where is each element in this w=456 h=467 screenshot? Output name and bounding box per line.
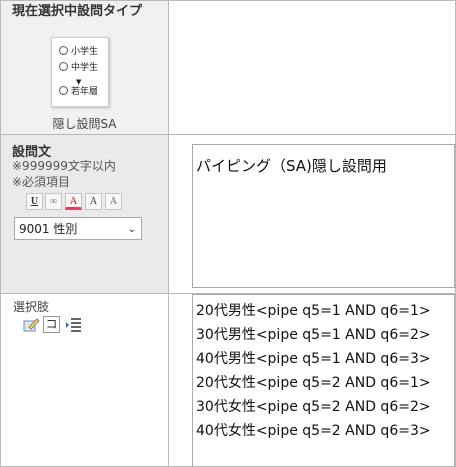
choice-item: 20代女性<pipe q5=2 AND q6=1> bbox=[196, 375, 431, 391]
preview-option: 小学生 bbox=[59, 46, 98, 58]
question-editor-table: 現在選択中設問タイプ 小学生 中学生 ▼ 若年層 隠し設問SA 設問文 ※999… bbox=[0, 0, 456, 467]
question-select-value: 9001 性別 bbox=[19, 222, 78, 236]
question-type-cell: 現在選択中設問タイプ 小学生 中学生 ▼ 若年層 隠し設問SA bbox=[1, 1, 169, 134]
question-type-label: 隠し設問SA bbox=[52, 117, 117, 131]
question-text-title: 設問文 bbox=[12, 145, 52, 160]
question-type-row: 現在選択中設問タイプ 小学生 中学生 ▼ 若年層 隠し設問SA bbox=[1, 1, 455, 135]
down-arrow-icon: ▼ bbox=[76, 78, 82, 86]
radio-icon bbox=[59, 62, 68, 71]
choices-title: 選択肢 bbox=[13, 300, 50, 314]
question-text-row: 設問文 ※999999文字以内 ※必須項目 U ∞ A A A 9001 性別 … bbox=[1, 135, 455, 294]
choice-item: 20代男性<pipe q5=1 AND q6=1> bbox=[196, 303, 431, 319]
question-text-input-cell: パイピング（SA)隠し設問用 bbox=[169, 135, 455, 293]
katakana-ko-icon[interactable]: コ bbox=[43, 316, 60, 333]
clear-format-icon[interactable]: A bbox=[105, 193, 122, 210]
question-text-label-cell: 設問文 ※999999文字以内 ※必須項目 U ∞ A A A 9001 性別 … bbox=[1, 135, 169, 293]
choice-item: 30代男性<pipe q5=1 AND q6=2> bbox=[196, 327, 431, 343]
link-icon[interactable]: ∞ bbox=[45, 193, 62, 210]
choices-textarea[interactable]: 20代男性<pipe q5=1 AND q6=1> 30代男性<pipe q5=… bbox=[192, 294, 455, 466]
preview-option: 若年層 bbox=[59, 86, 98, 98]
question-type-preview: 小学生 中学生 ▼ 若年層 bbox=[51, 37, 109, 107]
choice-item: 40代男性<pipe q5=1 AND q6=3> bbox=[196, 351, 431, 367]
question-type-title: 現在選択中設問タイプ bbox=[12, 4, 143, 19]
char-limit-note: ※999999文字以内 bbox=[12, 159, 116, 173]
preview-option: 中学生 bbox=[59, 62, 98, 74]
edit-icon[interactable] bbox=[23, 316, 40, 333]
choice-item: 30代女性<pipe q5=2 AND q6=2> bbox=[196, 399, 431, 415]
font-size-icon[interactable]: A bbox=[85, 193, 102, 210]
question-text-textarea[interactable]: パイピング（SA)隠し設問用 bbox=[192, 144, 455, 288]
radio-icon bbox=[59, 46, 68, 55]
choices-label-cell: 選択肢 コ bbox=[1, 294, 169, 466]
radio-icon bbox=[59, 86, 68, 95]
underline-icon[interactable]: U bbox=[26, 193, 43, 210]
choices-input-cell: 20代男性<pipe q5=1 AND q6=1> 30代男性<pipe q5=… bbox=[169, 294, 455, 466]
question-type-value-cell bbox=[169, 1, 455, 134]
question-select[interactable]: 9001 性別 ⌄ bbox=[14, 217, 142, 240]
question-text-value: パイピング（SA)隠し設問用 bbox=[196, 157, 387, 175]
choices-row: 選択肢 コ 20代男性<pipe q5=1 AND q6=1> 30代男性<pi… bbox=[1, 294, 455, 466]
choice-item: 40代女性<pipe q5=2 AND q6=3> bbox=[196, 423, 431, 439]
font-color-icon[interactable]: A bbox=[65, 193, 82, 210]
list-indent-icon[interactable] bbox=[65, 316, 82, 333]
chevron-down-icon: ⌄ bbox=[127, 224, 136, 235]
required-note: ※必須項目 bbox=[12, 175, 71, 189]
